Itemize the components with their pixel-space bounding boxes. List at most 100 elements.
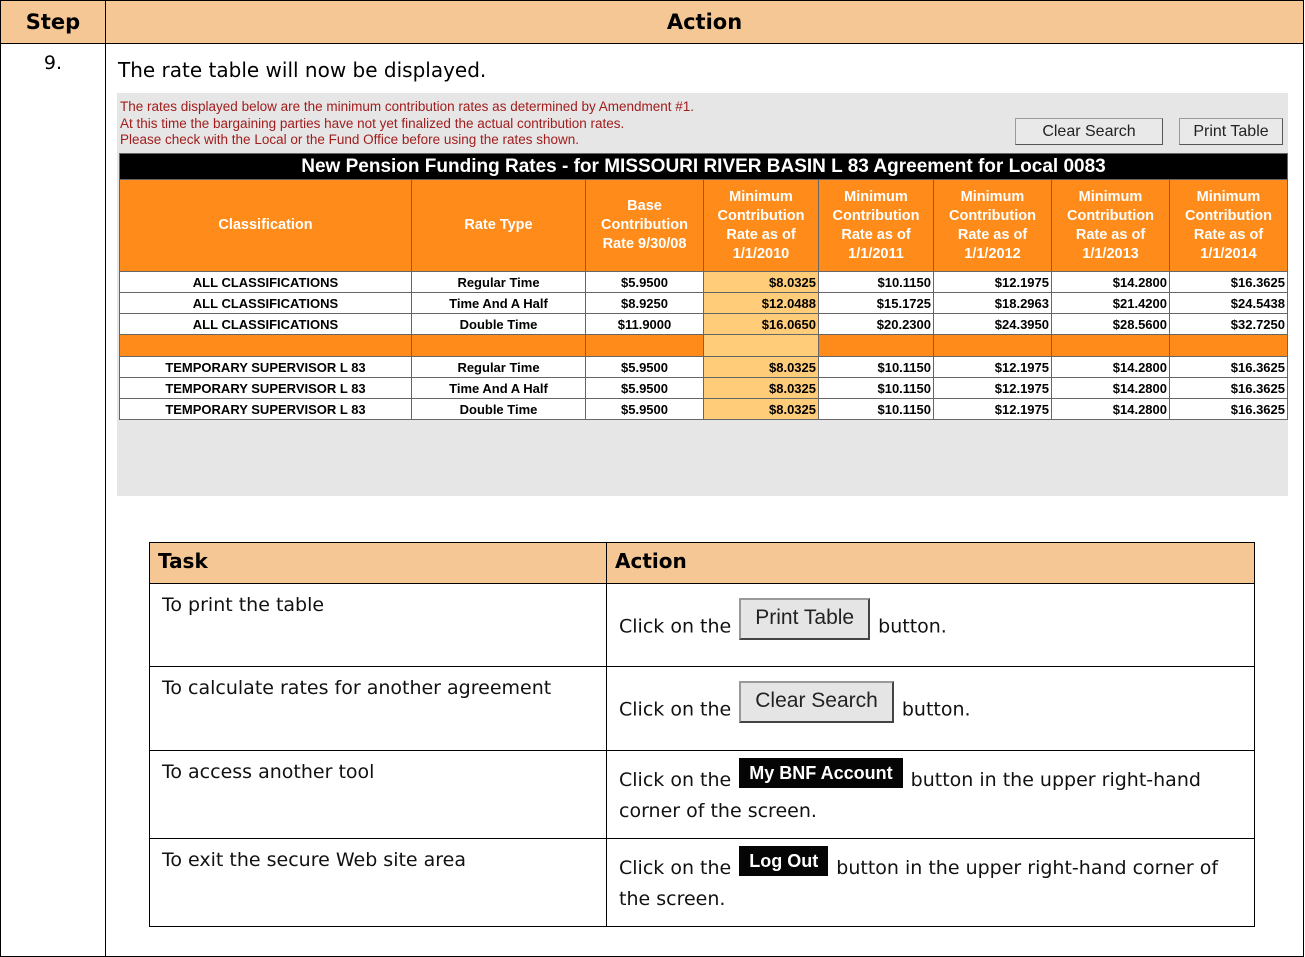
task-row: To exit the secure Web site area Click o… <box>149 838 1255 927</box>
rate-type-cell: Time And A Half <box>411 292 586 314</box>
rate-cell: $8.0325 <box>703 377 819 399</box>
task-action: Click on the Print Table button. <box>606 583 1255 667</box>
task-text: To calculate rates for another agreement <box>149 666 607 751</box>
rate-cell: $10.1150 <box>818 398 934 420</box>
step-number: 9. <box>0 43 106 957</box>
task-action-suffix: button. <box>878 615 947 638</box>
rate-cell: $5.9500 <box>585 271 704 293</box>
rate-table-screenshot: The rates displayed below are the minimu… <box>117 93 1288 496</box>
rate-cell: $12.1975 <box>933 398 1052 420</box>
rates-column-header: Classification <box>119 179 412 272</box>
rate-cell: $21.4200 <box>1051 292 1170 314</box>
task-action-prefix: Click on the <box>619 615 732 638</box>
rate-row: TEMPORARY SUPERVISOR L 83 Double Time $5.9… <box>119 398 1288 420</box>
rates-column-header: Minimum Contribution Rate as of 1/1/2011 <box>818 179 934 272</box>
classification-cell: ALL CLASSIFICATIONS <box>119 313 412 335</box>
rates-table-title: New Pension Funding Rates - for MISSOURI… <box>119 153 1288 180</box>
rate-row: ALL CLASSIFICATIONS Regular Time $5.9500 $8… <box>119 271 1288 293</box>
log-out-button-image: Log Out <box>739 845 829 876</box>
task-action-prefix: Click on the <box>619 698 732 721</box>
classification-cell: TEMPORARY SUPERVISOR L 83 <box>119 356 412 378</box>
rate-cell: $12.1975 <box>933 271 1052 293</box>
rate-cell <box>1051 334 1170 357</box>
rate-cell: $20.2300 <box>818 313 934 335</box>
rates-column-headers: Classification Rate Type Base Contribution… <box>119 179 1288 272</box>
rate-cell: $8.0325 <box>703 398 819 420</box>
task-text: To print the table <box>149 583 607 667</box>
rate-row: ALL CLASSIFICATIONS Double Time $11.9000 $1… <box>119 313 1288 335</box>
rate-cell: $16.3625 <box>1169 398 1288 420</box>
my-bnf-account-button-image: My BNF Account <box>739 757 903 788</box>
rates-table: New Pension Funding Rates - for MISSOURI… <box>119 153 1288 420</box>
rate-type-cell: Regular Time <box>411 356 586 378</box>
rates-column-header: Minimum Contribution Rate as of 1/1/2012 <box>933 179 1052 272</box>
rate-cell: $32.7250 <box>1169 313 1288 335</box>
task-header: Task <box>149 542 607 584</box>
rates-column-header: Rate Type <box>411 179 586 272</box>
task-text: To access another tool <box>149 750 607 839</box>
rate-cell: $16.3625 <box>1169 377 1288 399</box>
rate-cell: $28.5600 <box>1051 313 1170 335</box>
rates-column-header: Base Contribution Rate 9/30/08 <box>585 179 704 272</box>
task-action-suffix: button. <box>901 698 971 721</box>
print-table-button[interactable]: Print Table <box>1179 118 1283 145</box>
rate-cell <box>1169 334 1288 357</box>
classification-cell: TEMPORARY SUPERVISOR L 83 <box>119 377 412 399</box>
task-row: To calculate rates for another agreement… <box>149 666 1255 751</box>
step-header: Step <box>0 0 106 44</box>
rate-type-cell: Regular Time <box>411 271 586 293</box>
rate-cell: $14.2800 <box>1051 377 1170 399</box>
rate-cell: $5.9500 <box>585 377 704 399</box>
rate-cell: $8.0325 <box>703 356 819 378</box>
rate-notice: The rates displayed below are the minimu… <box>120 99 694 149</box>
task-row: To print the table Click on the Print Ta… <box>149 583 1255 667</box>
classification-cell: ALL CLASSIFICATIONS <box>119 271 412 293</box>
intro-text: The rate table will now be displayed. <box>118 58 487 82</box>
separator-row <box>119 334 1288 357</box>
rate-cell: $15.1725 <box>818 292 934 314</box>
rate-cell: $10.1150 <box>818 271 934 293</box>
rate-cell: $5.9500 <box>585 356 704 378</box>
clear-search-button[interactable]: Clear Search <box>1015 118 1163 145</box>
rate-cell <box>933 334 1052 357</box>
classification-cell <box>119 334 412 357</box>
rate-cell: $16.3625 <box>1169 356 1288 378</box>
rate-notice-line: The rates displayed below are the minimu… <box>120 99 695 114</box>
task-row: To access another tool Click on the My B… <box>149 750 1255 839</box>
rates-table-body: ALL CLASSIFICATIONS Regular Time $5.9500 $8… <box>119 271 1288 420</box>
rate-cell: $16.3625 <box>1169 271 1288 293</box>
rate-type-cell <box>411 334 586 357</box>
action-header: Action <box>105 0 1304 44</box>
task-text: To exit the secure Web site area <box>149 838 607 927</box>
rate-cell <box>585 334 704 357</box>
rate-type-cell: Double Time <box>411 313 586 335</box>
classification-cell: ALL CLASSIFICATIONS <box>119 292 412 314</box>
rate-cell: $8.0325 <box>703 271 819 293</box>
clear-search-button-image: Clear Search <box>739 681 894 723</box>
rate-cell: $16.0650 <box>703 313 819 335</box>
rate-cell: $12.0488 <box>703 292 819 314</box>
rate-type-cell: Double Time <box>411 398 586 420</box>
rate-cell: $10.1150 <box>818 356 934 378</box>
task-action: Click on the Log Out button in the upper… <box>606 838 1255 927</box>
rate-cell: $24.5438 <box>1169 292 1288 314</box>
rate-cell: $12.1975 <box>933 356 1052 378</box>
rate-cell: $10.1150 <box>818 377 934 399</box>
rate-cell: $14.2800 <box>1051 271 1170 293</box>
classification-cell: TEMPORARY SUPERVISOR L 83 <box>119 398 412 420</box>
task-action-header: Action <box>606 542 1255 584</box>
rate-notice-line: At this time the bargaining parties have… <box>120 115 625 131</box>
task-action: Click on the Clear Search button. <box>606 666 1255 751</box>
rate-cell: $14.2800 <box>1051 398 1170 420</box>
rates-column-header: Minimum Contribution Rate as of 1/1/2013 <box>1051 179 1170 272</box>
rate-cell <box>818 334 934 357</box>
rate-row: TEMPORARY SUPERVISOR L 83 Time And A Half… <box>119 377 1288 399</box>
rate-notice-line: Please check with the Local or the Fund … <box>120 132 580 147</box>
task-action-prefix: Click on the <box>619 769 732 791</box>
rate-type-cell: Time And A Half <box>411 377 586 399</box>
task-action-prefix: Click on the <box>619 857 732 879</box>
rate-cell: $18.2963 <box>933 292 1052 314</box>
rate-cell: $8.9250 <box>585 292 704 314</box>
rate-cell: $14.2800 <box>1051 356 1170 378</box>
rate-cell: $12.1975 <box>933 377 1052 399</box>
